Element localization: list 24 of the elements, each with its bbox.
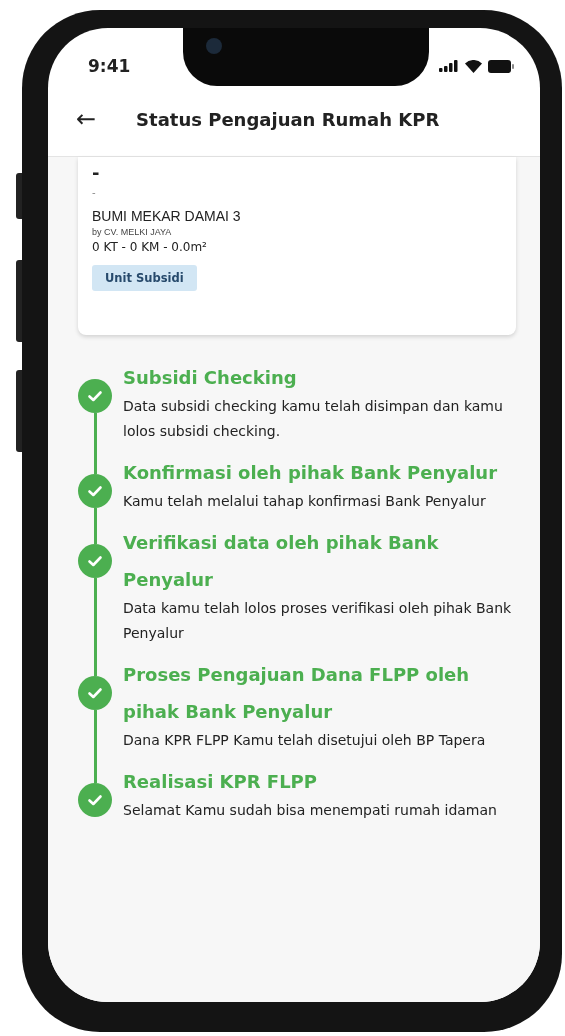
unit-name: BUMI MEKAR DAMAI 3 [92,208,241,224]
step-title: Verifikasi data oleh pihak Bank Penyalur [123,531,440,592]
camera-icon [206,38,222,54]
step-title: Subsidi Checking [123,366,297,390]
step-title: Konfirmasi oleh pihak Bank Penyalur [123,461,498,485]
unit-specs: 0 KT - 0 KM - 0.0m² [92,240,207,254]
unit-price: - [92,163,100,183]
wifi-icon [465,59,482,73]
signal-icon [439,60,459,72]
status-time: 9:41 [88,56,131,76]
unit-subtitle: - [92,187,96,198]
page-title: Status Pengajuan Rumah KPR [136,108,440,130]
developer-name: by CV. MELKI JAYA [92,227,172,237]
step-description: Selamat Kamu sudah bisa menempati rumah idaman [123,801,497,820]
unit-card[interactable]: - - BUMI MEKAR DAMAI 3 by CV. MELKI JAYA 0 KT - 0 KM - 0.0m² Unit Subsidi [78,157,516,335]
step-description: Dana KPR FLPP Kamu telah disetujui oleh BP Tapera [123,731,486,750]
step-description: Data subsidi checking kamu telah disimpan dan kamu lolos subsidi checking. [123,397,504,441]
battery-icon [488,59,514,73]
back-button[interactable]: ← [76,107,97,131]
unit-tag: Unit Subsidi [92,265,197,291]
step-description: Data kamu telah lolos proses verifikasi oleh pihak Bank Penyalur [123,599,513,643]
step-description: Kamu telah melalui tahap konfirmasi Bank Penyalur [123,492,486,511]
step-title: Proses Pengajuan Dana FLPP oleh pihak Bank Penyalur [123,663,471,724]
step-title: Realisasi KPR FLPP [123,770,317,794]
